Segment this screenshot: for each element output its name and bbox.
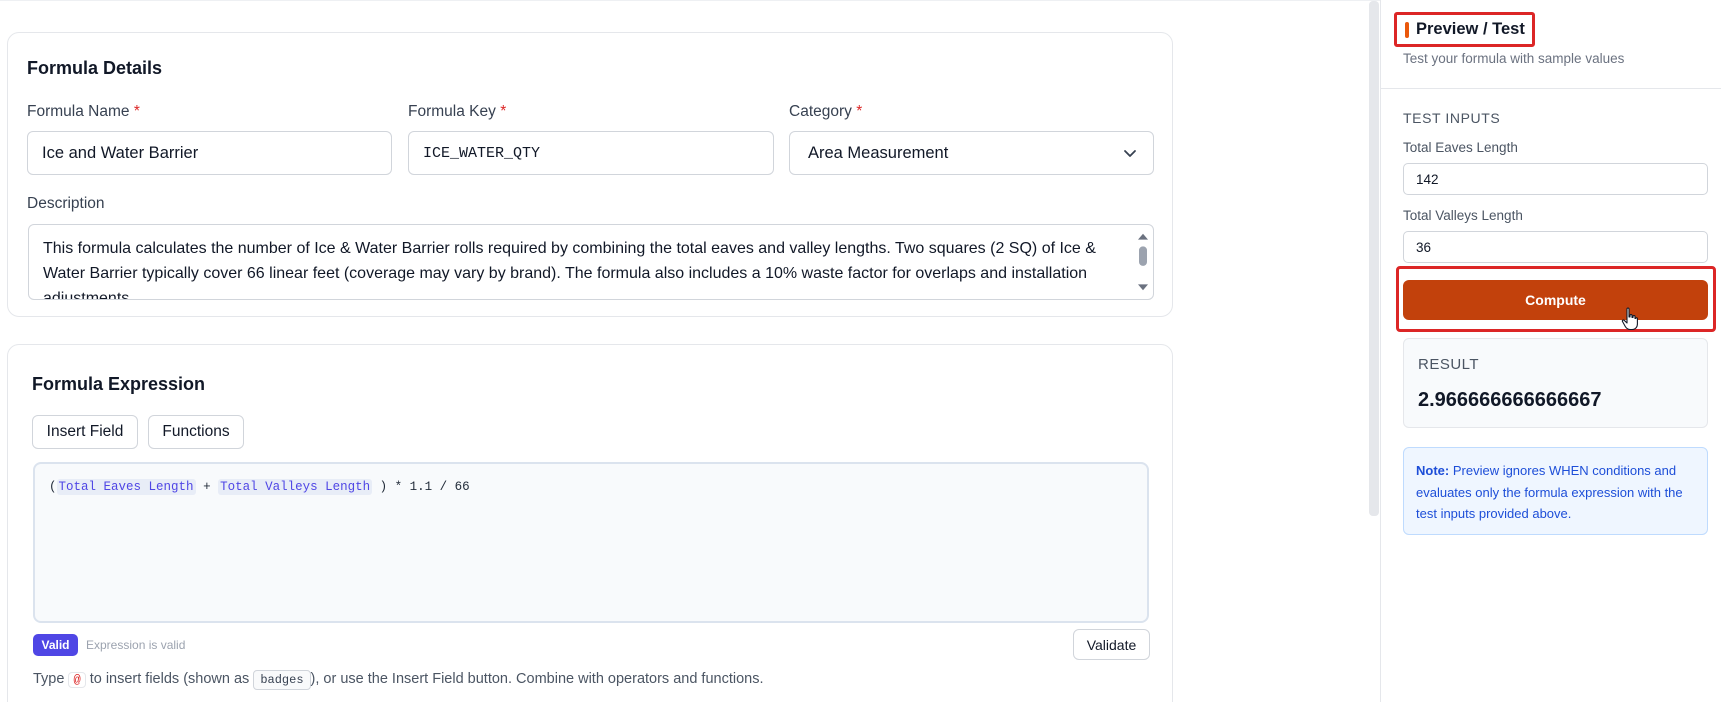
result-box: RESULT 2.966666666666667 [1403,338,1708,428]
note-label: Note: [1416,463,1450,478]
insert-field-button[interactable]: Insert Field [32,415,138,449]
card-title: Formula Details [27,58,163,78]
main-content: Formula Details Formula Name * Ice and W… [0,0,1380,702]
expression-hint: Type @ to insert fields (shown as badges… [33,670,764,690]
field-badge[interactable]: Total Valleys Length [218,479,373,495]
expression-editor[interactable]: (Total Eaves Length + Total Valleys Leng… [33,462,1149,623]
preview-header: Preview / Test Test your formula with sa… [1381,0,1721,89]
operator-plus: + [203,480,211,494]
valid-badge: Valid [33,634,78,656]
expression-tail: ) * 1.1 / 66 [379,480,470,494]
accent-bar [1405,21,1409,38]
required-mark: * [500,103,507,120]
preview-panel: Preview / Test Test your formula with sa… [1381,0,1721,702]
textarea-scrollbar[interactable] [1135,225,1151,299]
eaves-length-label: Total Eaves Length [1403,140,1518,155]
functions-button[interactable]: Functions [148,415,244,449]
preview-title: Preview / Test [1416,20,1525,38]
valleys-length-label: Total Valleys Length [1403,208,1523,223]
test-inputs-heading: TEST INPUTS [1403,110,1501,126]
eaves-length-input[interactable]: 142 [1403,163,1708,195]
badges-sample: badges [253,670,311,690]
formula-name-input[interactable]: Ice and Water Barrier [27,131,392,175]
valleys-length-input[interactable]: 36 [1403,231,1708,263]
preview-title-box: Preview / Test [1394,12,1535,47]
open-paren: ( [49,480,57,494]
validate-button[interactable]: Validate [1073,629,1150,660]
formula-key-label: Formula Key * [408,103,507,120]
hand-pointer-icon [1621,307,1638,331]
field-badge[interactable]: Total Eaves Length [56,479,196,495]
at-symbol: @ [68,672,86,688]
description-label: Description [27,195,105,212]
preview-note: Note: Preview ignores WHEN conditions an… [1403,447,1708,535]
result-value: 2.966666666666667 [1418,389,1602,411]
formula-details-card: Formula Details Formula Name * Ice and W… [7,32,1173,317]
compute-button[interactable]: Compute [1403,280,1708,320]
category-label: Category * [789,103,863,120]
formula-expression-card: Formula Expression Insert Field Function… [7,344,1173,702]
note-text: Preview ignores WHEN conditions and eval… [1416,463,1683,521]
preview-subtitle: Test your formula with sample values [1403,51,1625,66]
card-title: Formula Expression [32,374,206,394]
category-select[interactable]: Area Measurement [789,131,1154,175]
category-selected-value: Area Measurement [808,143,949,162]
chevron-down-icon [1124,150,1136,157]
formula-key-input[interactable]: ICE_WATER_QTY [408,131,774,175]
formula-name-label: Formula Name * [27,103,140,120]
required-mark: * [856,103,863,120]
description-textarea[interactable]: This formula calculates the number of Ic… [28,224,1154,300]
main-scrollbar[interactable] [1369,1,1379,516]
required-mark: * [133,103,140,120]
result-label: RESULT [1418,356,1480,373]
description-text: This formula calculates the number of Ic… [43,240,1096,300]
validation-status: Expression is valid [86,638,186,652]
